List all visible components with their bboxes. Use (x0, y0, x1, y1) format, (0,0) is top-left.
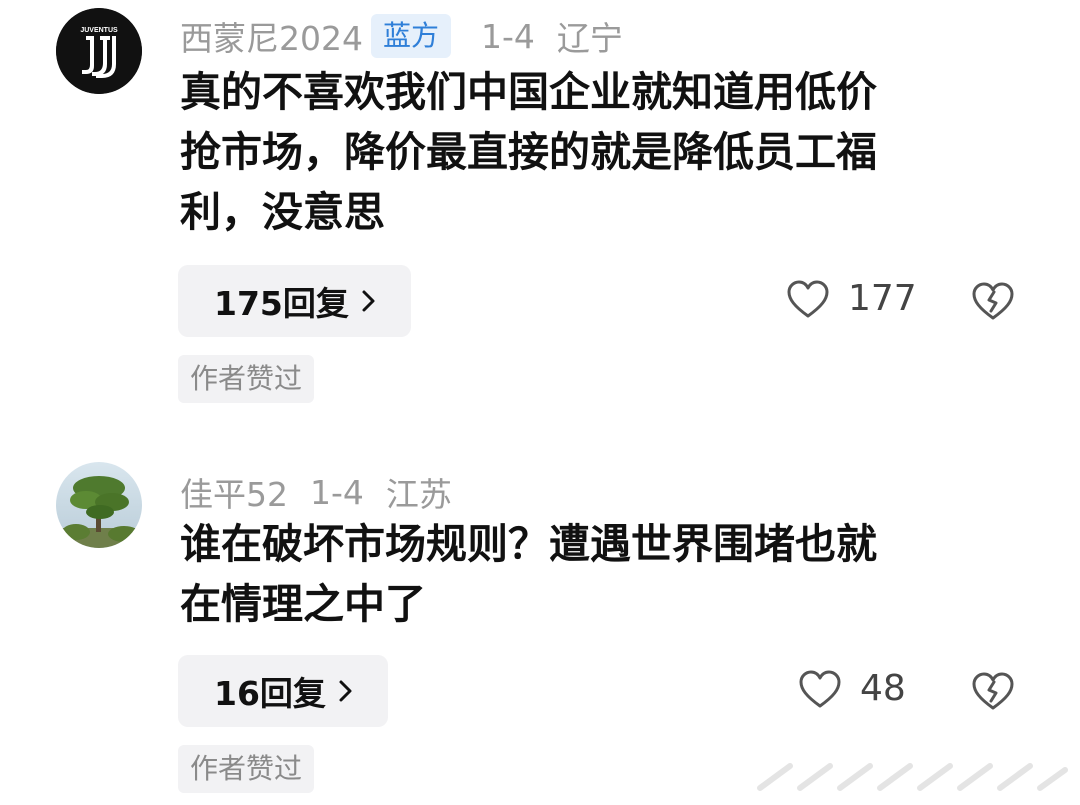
avatar[interactable] (56, 462, 142, 548)
username[interactable]: 西蒙尼2024 (180, 12, 363, 60)
author-liked-tag: 作者赞过 (178, 745, 315, 793)
comment-location: 江苏 (385, 475, 452, 514)
avatar[interactable]: JUVENTUS (56, 8, 142, 94)
comment-text-line: 真的不喜欢我们中国企业就知道用低价 (180, 68, 877, 116)
svg-text:JUVENTUS: JUVENTUS (80, 27, 118, 34)
comment-meta: 西蒙尼2024 蓝方 1-4 辽宁 (180, 12, 623, 60)
comment-text-line: 利，没意思 (180, 188, 385, 236)
heart-icon (799, 670, 841, 707)
comment-meta: 佳平52 1-4 江苏 (180, 468, 452, 516)
like-count: 48 (860, 668, 906, 709)
comment-text: 真的不喜欢我们中国企业就知道用低价 抢市场，降价最直接的就是降低员工福 利，没意… (180, 62, 1010, 242)
like-button[interactable]: 177 (786, 278, 917, 319)
comment-text-line: 在情理之中了 (180, 580, 426, 628)
dislike-button[interactable] (970, 670, 1016, 716)
like-count: 177 (848, 278, 917, 319)
chevron-right-icon (361, 282, 377, 321)
dislike-button[interactable] (970, 280, 1016, 326)
heart-icon (787, 280, 829, 317)
comment-text-line: 谁在破坏市场规则？遭遇世界围堵也就 (180, 520, 877, 568)
comment-text-line: 抢市场，降价最直接的就是降低员工福 (180, 128, 877, 176)
juventus-logo-icon: JUVENTUS (56, 8, 142, 94)
tree-photo-avatar (56, 462, 142, 548)
watermark-image (757, 763, 1068, 791)
comment-date: 1-4 (481, 16, 535, 56)
replies-button[interactable]: 16回复 (178, 655, 388, 727)
replies-label: 16回复 (214, 674, 326, 713)
comment-text: 谁在破坏市场规则？遭遇世界围堵也就 在情理之中了 (180, 514, 1010, 634)
username[interactable]: 佳平52 (180, 468, 288, 516)
chevron-right-icon (338, 672, 354, 711)
broken-heart-icon (972, 672, 1014, 710)
comment-location: 辽宁 (556, 19, 623, 58)
comment-date: 1-4 (310, 472, 364, 512)
like-button[interactable]: 48 (798, 668, 906, 709)
replies-button[interactable]: 175回复 (178, 265, 411, 337)
team-badge: 蓝方 (370, 14, 451, 58)
broken-heart-icon (972, 282, 1014, 320)
author-liked-tag: 作者赞过 (178, 355, 315, 403)
replies-label: 175回复 (214, 284, 349, 323)
